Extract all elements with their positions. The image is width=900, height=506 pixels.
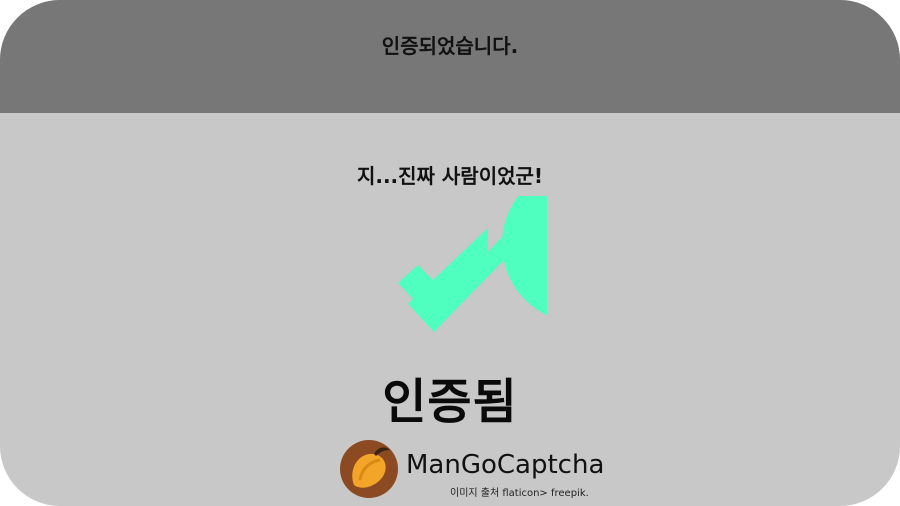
image-credit: 이미지 출처 flaticon> freepik. (450, 488, 589, 499)
verification-panel: 인증되었습니다. 지...진짜 사람이었군! 인증됨 ManGoCaptcha … (0, 0, 900, 506)
header-title: 인증되었습니다. (381, 34, 519, 58)
verified-status-label: 인증됨 (382, 374, 518, 430)
verified-subtitle: 지...진짜 사람이었군! (356, 164, 544, 188)
header-bar: 인증되었습니다. (0, 0, 900, 113)
check-circle-icon (398, 196, 547, 332)
mango-logo-icon (340, 440, 398, 498)
brand-footer: ManGoCaptcha 이미지 출처 flaticon> freepik. (340, 438, 604, 499)
brand-name: ManGoCaptcha (406, 450, 605, 480)
